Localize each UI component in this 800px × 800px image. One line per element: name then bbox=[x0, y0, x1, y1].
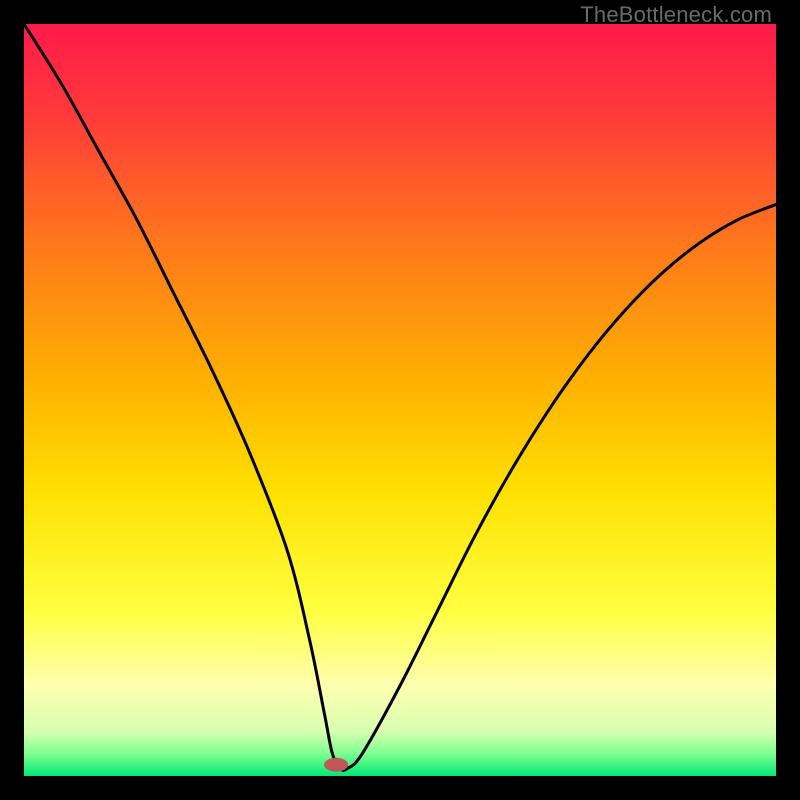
gradient-background bbox=[24, 24, 776, 776]
watermark-text: TheBottleneck.com bbox=[580, 2, 772, 28]
bottleneck-chart bbox=[24, 24, 776, 776]
optimal-point-marker bbox=[324, 758, 348, 772]
chart-frame bbox=[24, 24, 776, 776]
